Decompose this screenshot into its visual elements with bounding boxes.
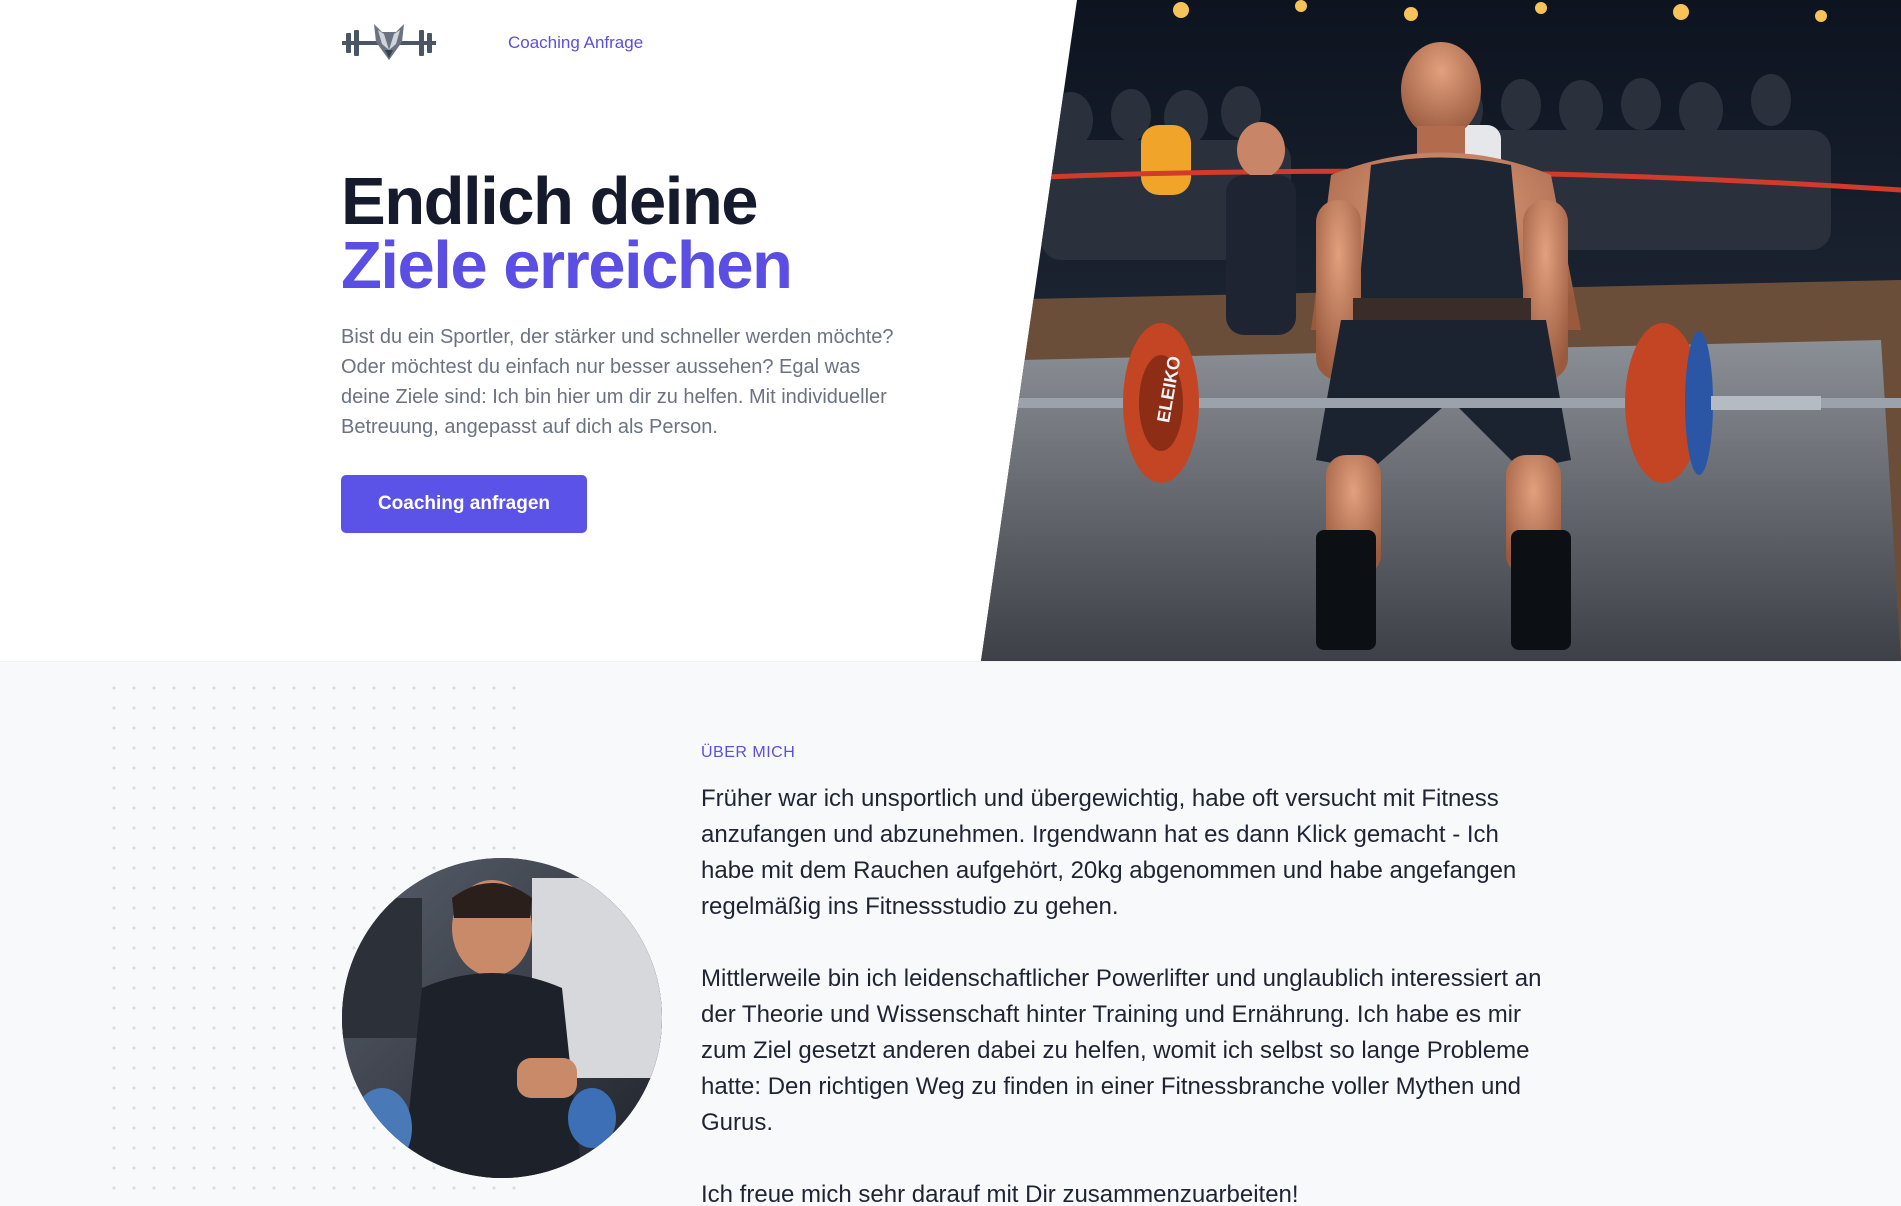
wolf-barbell-logo-icon[interactable] (340, 20, 438, 66)
hero-title-line1: Endlich deine (341, 164, 759, 239)
hero-description: Bist du ein Sportler, der stärker und sc… (341, 326, 894, 438)
about-paragraph-1: Früher war ich unsportlich und übergewic… (701, 785, 1517, 920)
about-paragraph-2: Mittlerweile bin ich leidenschaftlicher … (701, 965, 1542, 1136)
section-eyebrow: Über mich (701, 744, 796, 761)
coach-portrait-image (342, 858, 662, 1178)
about-paragraph-3: Ich freue mich sehr darauf mit Dir zusam… (701, 1181, 1299, 1206)
coaching-request-button[interactable]: Coaching anfragen (341, 475, 587, 533)
powerlifter-deadlift-image: ELEIKO (981, 0, 1901, 661)
hero-title: Endlich deine Ziele erreichen (341, 164, 793, 303)
hero-photo: ELEIKO (981, 0, 1901, 661)
nav-link-coaching-anfrage[interactable]: Coaching Anfrage (508, 33, 643, 53)
coach-portrait (342, 858, 662, 1178)
top-nav: Coaching Anfrage (340, 20, 643, 66)
hero-section: Coaching Anfrage Endlich deine Ziele err… (0, 0, 1901, 661)
about-section: Über mich Früher war ich unsportlich und… (0, 661, 1901, 1206)
hero-title-line2: Ziele erreichen (341, 228, 793, 303)
